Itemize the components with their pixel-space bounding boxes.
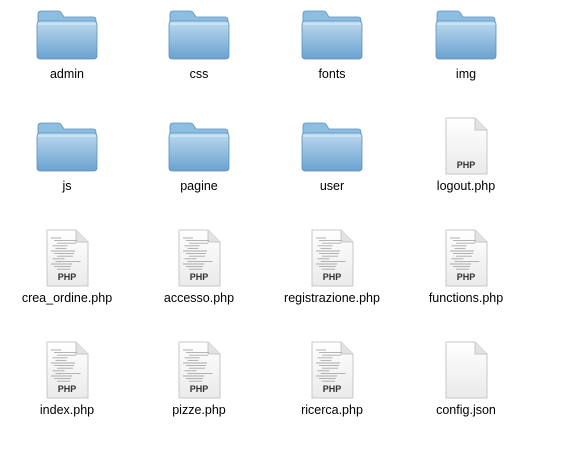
- json-file-icon: [445, 341, 488, 399]
- file-item-accesso-php[interactable]: PHP accesso.php: [132, 224, 266, 336]
- php-file-icon: PHP: [178, 341, 221, 399]
- file-label: pizze.php: [172, 403, 226, 417]
- file-label: crea_ordine.php: [21, 291, 113, 305]
- file-label: functions.php: [428, 291, 504, 305]
- file-item-logout-php[interactable]: PHP logout.php: [399, 112, 533, 224]
- svg-text:PHP: PHP: [190, 272, 209, 282]
- file-label: pagine: [180, 179, 218, 193]
- file-item-user[interactable]: user: [265, 112, 399, 224]
- php-file-icon: PHP: [445, 229, 488, 287]
- file-item-fonts[interactable]: fonts: [265, 0, 399, 112]
- php-file-icon: PHP: [46, 229, 89, 287]
- file-item-functions-php[interactable]: PHP functions.php: [399, 224, 533, 336]
- file-label: js: [62, 179, 72, 193]
- file-label: user: [319, 179, 345, 193]
- file-label: config.json: [436, 403, 496, 417]
- file-item-js[interactable]: js: [0, 112, 134, 224]
- file-label: logout.php: [436, 179, 496, 193]
- folder-icon: [168, 10, 230, 60]
- file-label: registrazione.php: [284, 291, 380, 305]
- php-file-icon: PHP: [445, 117, 488, 175]
- svg-text:PHP: PHP: [58, 272, 77, 282]
- file-label: index.php: [39, 403, 95, 417]
- file-item-pizze-php[interactable]: PHP pizze.php: [132, 336, 266, 448]
- php-file-icon: PHP: [178, 229, 221, 287]
- file-label: img: [455, 67, 477, 81]
- php-file-icon: PHP: [311, 229, 354, 287]
- svg-text:PHP: PHP: [457, 272, 476, 282]
- file-item-css[interactable]: css: [132, 0, 266, 112]
- file-item-img[interactable]: img: [399, 0, 533, 112]
- folder-icon: [301, 122, 363, 172]
- svg-text:PHP: PHP: [58, 384, 77, 394]
- folder-icon: [36, 10, 98, 60]
- file-label: accesso.php: [163, 291, 235, 305]
- file-label: css: [189, 67, 209, 81]
- file-item-index-php[interactable]: PHP index.php: [0, 336, 134, 448]
- file-label: admin: [49, 67, 85, 81]
- php-file-icon: PHP: [311, 341, 354, 399]
- file-label: fonts: [318, 67, 346, 81]
- folder-icon: [168, 122, 230, 172]
- file-item-admin[interactable]: admin: [0, 0, 134, 112]
- svg-text:PHP: PHP: [457, 160, 476, 170]
- file-label: ricerca.php: [301, 403, 363, 417]
- svg-text:PHP: PHP: [323, 384, 342, 394]
- file-item-config-json[interactable]: config.json: [399, 336, 533, 448]
- svg-text:PHP: PHP: [190, 384, 209, 394]
- folder-icon: [435, 10, 497, 60]
- php-file-icon: PHP: [46, 341, 89, 399]
- file-item-registrazione-php[interactable]: PHP registrazione.php: [265, 224, 399, 336]
- folder-icon: [36, 122, 98, 172]
- file-item-ricerca-php[interactable]: PHP ricerca.php: [265, 336, 399, 448]
- folder-icon: [301, 10, 363, 60]
- file-item-pagine[interactable]: pagine: [132, 112, 266, 224]
- svg-text:PHP: PHP: [323, 272, 342, 282]
- file-item-crea-ordine-php[interactable]: PHP crea_ordine.php: [0, 224, 134, 336]
- file-grid: admin css fonts img js pagine user PHP l…: [0, 0, 563, 457]
